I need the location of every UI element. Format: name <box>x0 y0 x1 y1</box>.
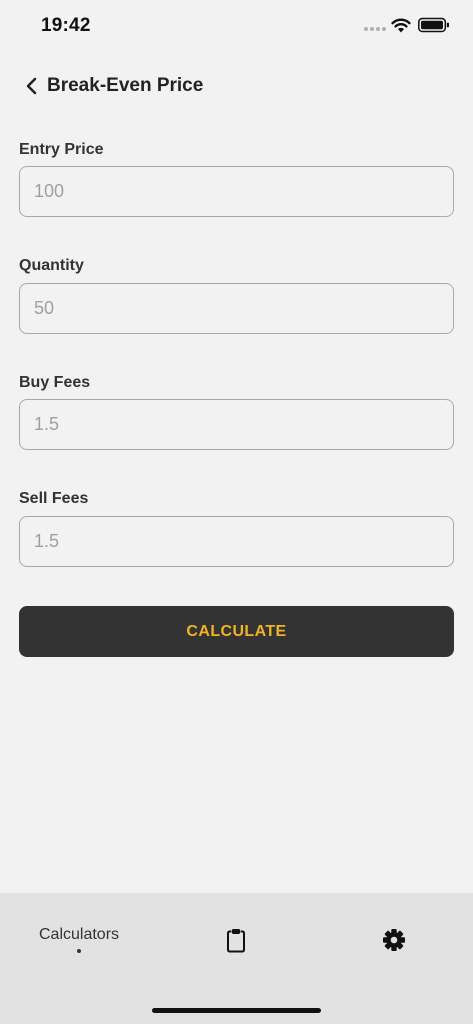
gear-icon[interactable] <box>380 926 408 954</box>
tab-calculators-label: Calculators <box>38 926 120 943</box>
active-tab-indicator <box>77 949 81 953</box>
buy-fees-input[interactable] <box>19 399 454 450</box>
battery-icon <box>418 17 449 33</box>
status-time: 19:42 <box>41 15 91 36</box>
tab-calculators[interactable]: Calculators <box>20 923 138 959</box>
entry-price-label: Entry Price <box>19 141 104 158</box>
wifi-icon <box>391 18 411 33</box>
sell-fees-input[interactable] <box>19 516 454 567</box>
home-indicator <box>152 1008 321 1013</box>
buy-fees-label: Buy Fees <box>19 374 91 391</box>
calculate-button[interactable]: CALCULATE <box>19 606 454 657</box>
clipboard-icon[interactable] <box>222 926 250 954</box>
quantity-input[interactable] <box>19 283 454 334</box>
sell-fees-label: Sell Fees <box>19 490 89 507</box>
page-title: Break-Even Price <box>47 75 204 96</box>
header: Break-Even Price <box>0 66 473 106</box>
chevron-left-icon[interactable] <box>22 75 42 97</box>
entry-price-input[interactable] <box>19 166 454 217</box>
tab-bar: Calculators <box>0 893 473 1024</box>
signal-dots-icon <box>364 27 386 32</box>
status-bar: 19:42 <box>0 0 473 52</box>
quantity-label: Quantity <box>19 257 84 274</box>
